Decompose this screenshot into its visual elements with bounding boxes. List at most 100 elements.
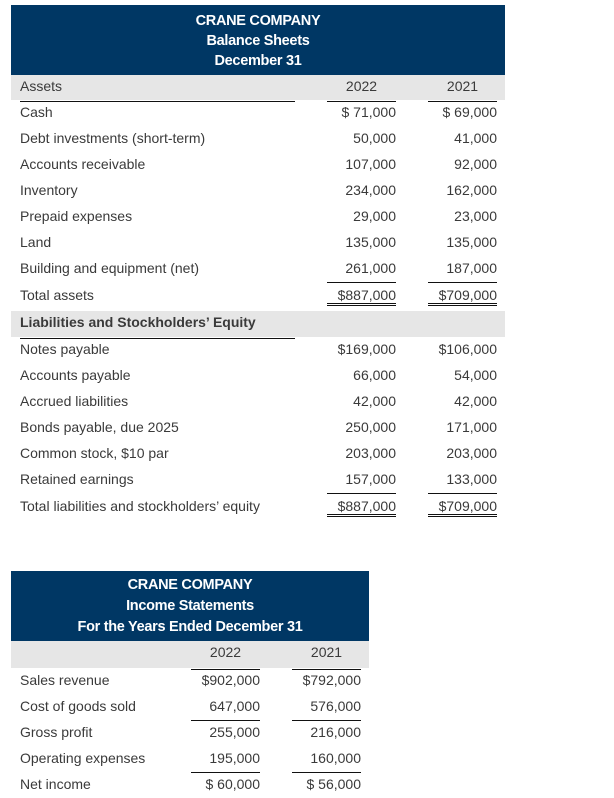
table-row: Operating expenses 195,000 160,000 (11, 746, 369, 772)
value-2022: 42,000 (353, 393, 396, 409)
value-2022: 29,000 (353, 208, 396, 224)
subtotal-line (191, 720, 260, 721)
net-income-2021: $ 56,000 (306, 776, 362, 792)
table-row: Common stock, $10 par 203,000 203,000 (11, 441, 505, 467)
row-label: Total liabilities and stockholders’ equi… (20, 498, 260, 514)
value-2022: 203,000 (345, 445, 396, 461)
value-2022: 135,000 (345, 234, 396, 250)
year-2022-header: 2022 (345, 78, 378, 94)
years-header-row: 2022 2021 (11, 641, 369, 670)
subtotal-line (292, 720, 361, 721)
liabilities-header: Liabilities and Stockholders’ Equity (20, 314, 256, 330)
table-row: Sales revenue $902,000 $792,000 (11, 668, 369, 694)
year-2021-header: 2021 (446, 78, 479, 94)
table-row: Building and equipment (net) 261,000 187… (11, 256, 505, 282)
value-2021: 162,000 (446, 182, 497, 198)
table-row: Land 135,000 135,000 (11, 230, 505, 256)
table-row: Accounts payable 66,000 54,000 (11, 363, 505, 389)
table-row: Accrued liabilities 42,000 42,000 (11, 389, 505, 415)
table-row: Cost of goods sold 647,000 576,000 (11, 694, 369, 720)
table-row: Accounts receivable 107,000 92,000 (11, 152, 505, 178)
value-2021: $ 69,000 (442, 104, 498, 120)
assets-header-row: Assets 2022 2021 (11, 75, 505, 102)
row-label: Debt investments (short-term) (20, 130, 206, 146)
assets-header: Assets (20, 78, 63, 94)
value-2022: 107,000 (345, 156, 396, 172)
value-2022: $169,000 (337, 341, 396, 357)
total-2021: $709,000 (428, 287, 497, 306)
row-label: Accounts receivable (20, 156, 146, 172)
value-2022: 261,000 (345, 260, 396, 276)
statement-date: December 31 (214, 53, 302, 69)
table-row: Debt investments (short-term) 50,000 41,… (11, 126, 505, 152)
subtotal-line (327, 493, 396, 494)
row-label: Notes payable (20, 341, 110, 357)
table-row: Gross profit 255,000 216,000 (11, 720, 369, 746)
value-2022: 195,000 (209, 750, 260, 766)
row-label: Gross profit (20, 724, 93, 740)
table-row: Prepaid expenses 29,000 23,000 (11, 204, 505, 230)
value-2021: 216,000 (310, 724, 361, 740)
value-2021: 135,000 (446, 234, 497, 250)
statement-title: Balance Sheets (206, 33, 310, 49)
value-2021: 92,000 (454, 156, 497, 172)
row-label: Accounts payable (20, 367, 131, 383)
company-name: CRANE COMPANY (127, 577, 253, 593)
row-label: Net income (20, 776, 91, 792)
value-2021: $792,000 (302, 672, 361, 688)
subtotal-line (428, 282, 497, 283)
table-row: Retained earnings 157,000 133,000 (11, 467, 505, 493)
balance-sheet: CRANE COMPANY Balance Sheets December 31… (11, 5, 505, 522)
row-label: Total assets (20, 287, 94, 303)
value-2022: 647,000 (209, 698, 260, 714)
subtotal-line (327, 282, 396, 283)
total-2022: $887,000 (327, 287, 396, 306)
row-label: Inventory (20, 182, 78, 198)
table-row: Cash $ 71,000 $ 69,000 (11, 100, 505, 126)
statement-period: For the Years Ended December 31 (77, 619, 303, 635)
year-2021-header: 2021 (310, 644, 343, 660)
table-row: Bonds payable, due 2025 250,000 171,000 (11, 415, 505, 441)
net-income-row: Net income $ 60,000 $ 56,000 (11, 772, 369, 798)
value-2022: 255,000 (209, 724, 260, 740)
row-label: Operating expenses (20, 750, 146, 766)
value-2021: 187,000 (446, 260, 497, 276)
value-2022: 157,000 (345, 471, 396, 487)
value-2021: 41,000 (454, 130, 497, 146)
year-2022-header: 2022 (209, 644, 242, 660)
total-2022: $887,000 (327, 498, 396, 517)
row-label: Prepaid expenses (20, 208, 133, 224)
value-2022: 234,000 (345, 182, 396, 198)
row-label: Accrued liabilities (20, 393, 129, 409)
value-2021: 160,000 (310, 750, 361, 766)
total-liabilities-row: Total liabilities and stockholders’ equi… (11, 493, 505, 522)
value-2022: 50,000 (353, 130, 396, 146)
value-2022: $902,000 (201, 672, 260, 688)
company-name: CRANE COMPANY (195, 13, 321, 29)
value-2022: $ 71,000 (341, 104, 397, 120)
table-row: Notes payable $169,000 $106,000 (11, 337, 505, 363)
value-2022: 66,000 (353, 367, 396, 383)
row-label: Building and equipment (net) (20, 260, 200, 276)
value-2021: 42,000 (454, 393, 497, 409)
value-2021: 54,000 (454, 367, 497, 383)
net-income-2022: $ 60,000 (205, 776, 261, 792)
value-2021: 203,000 (446, 445, 497, 461)
liabilities-header-row: Liabilities and Stockholders’ Equity (11, 311, 505, 339)
subtotal-line (428, 493, 497, 494)
value-2021: 133,000 (446, 471, 497, 487)
table-row: Inventory 234,000 162,000 (11, 178, 505, 204)
value-2021: 576,000 (310, 698, 361, 714)
subtotal-line (292, 772, 361, 773)
row-label: Cost of goods sold (20, 698, 136, 714)
row-label: Common stock, $10 par (20, 445, 169, 461)
balance-sheet-banner: CRANE COMPANY Balance Sheets December 31 (11, 5, 505, 75)
row-label: Sales revenue (20, 672, 110, 688)
total-2021: $709,000 (428, 498, 497, 517)
value-2022: 250,000 (345, 419, 396, 435)
statement-title: Income Statements (126, 598, 254, 614)
row-label: Bonds payable, due 2025 (20, 419, 179, 435)
total-assets-row: Total assets $887,000 $709,000 (11, 282, 505, 311)
income-statement-banner: CRANE COMPANY Income Statements For the … (11, 571, 369, 641)
value-2021: 171,000 (446, 419, 497, 435)
